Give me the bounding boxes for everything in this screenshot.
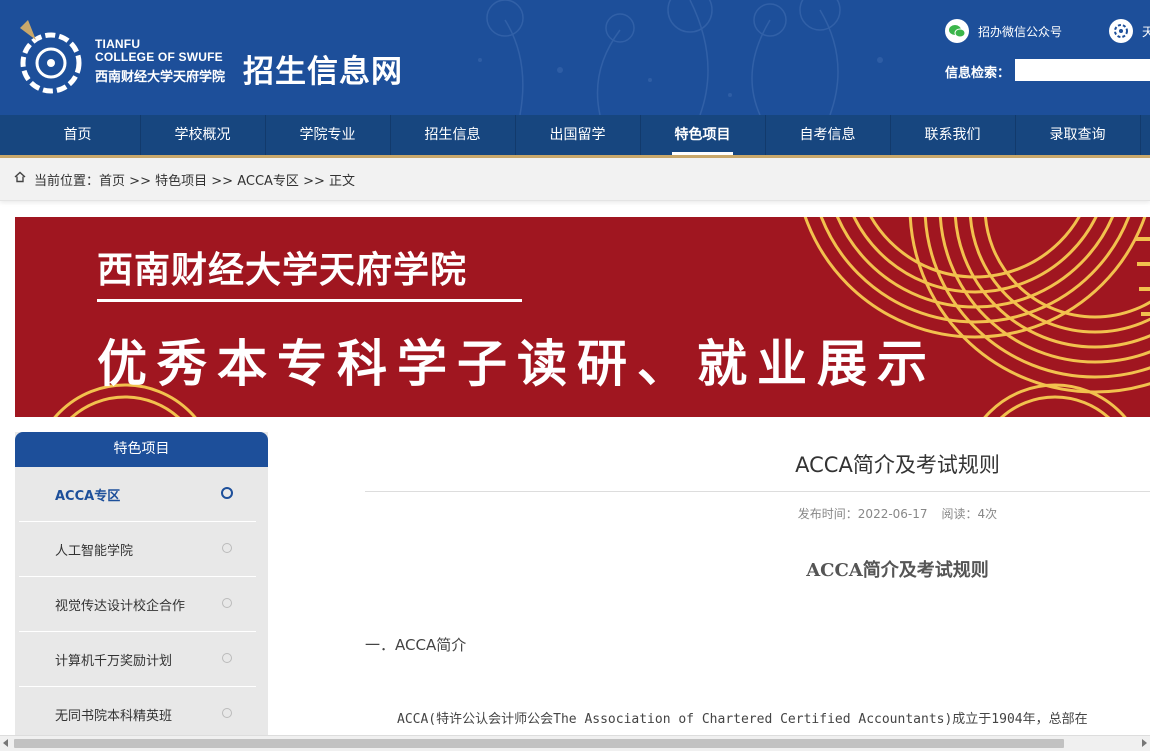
wechat-label[interactable]: 招办微信公众号 bbox=[978, 23, 1062, 40]
breadcrumb-trail: 当前位置：首页 >> 特色项目 >> ACCA专区 >> 正文 bbox=[34, 170, 355, 189]
circle-icon bbox=[222, 653, 232, 663]
logo-chinese-name: 西南财经大学天府学院 bbox=[95, 70, 226, 85]
horizontal-scrollbar[interactable] bbox=[0, 735, 1150, 751]
sidebar-item-label: 人工智能学院 bbox=[55, 544, 134, 559]
scrollbar-thumb[interactable] bbox=[14, 739, 1064, 748]
main-nav: 首页 学校概况 学院专业 招生信息 出国留学 特色项目 自考信息 联系我们 录取… bbox=[0, 115, 1150, 158]
sidebar-item-label: ACCA专区 bbox=[55, 489, 121, 504]
nav-study-abroad[interactable]: 出国留学 bbox=[515, 115, 640, 155]
sidebar-item-label: 无同书院本科精英班 bbox=[55, 709, 173, 724]
nav-divider bbox=[640, 115, 641, 155]
sidebar-item-label: 视觉传达设计校企合作 bbox=[55, 599, 186, 614]
breadcrumb-prefix: 当前位置： bbox=[34, 174, 100, 189]
sidebar-item-elite-class[interactable]: 无同书院本科精英班 bbox=[19, 687, 256, 742]
wechat-icon[interactable] bbox=[945, 19, 969, 43]
sidebar-item-acca[interactable]: ACCA专区 bbox=[19, 467, 256, 522]
section-heading: 一．ACCA简介 bbox=[365, 636, 467, 654]
nav-home[interactable]: 首页 bbox=[15, 115, 140, 155]
sidebar-item-ai-school[interactable]: 人工智能学院 bbox=[19, 522, 256, 577]
sidebar-item-visual-design[interactable]: 视觉传达设计校企合作 bbox=[19, 577, 256, 632]
active-circle-icon bbox=[221, 487, 233, 499]
article-title: ACCA简介及考试规则 bbox=[795, 453, 1000, 477]
nav-school-overview[interactable]: 学校概况 bbox=[140, 115, 265, 155]
publish-time: 发布时间：2022-06-17 bbox=[797, 507, 928, 521]
sidebar-heading: 特色项目 bbox=[15, 432, 268, 467]
breadcrumb-current: 正文 bbox=[329, 174, 356, 189]
college-logo[interactable] bbox=[16, 18, 86, 96]
breadcrumb-featured[interactable]: 特色项目 bbox=[155, 174, 207, 189]
breadcrumb: 当前位置：首页 >> 特色项目 >> ACCA专区 >> 正文 bbox=[0, 158, 1150, 201]
site-header: TIANFU COLLEGE OF SWUFE 西南财经大学天府学院 招生信息网… bbox=[0, 0, 1150, 115]
weibo-label[interactable]: 天 bbox=[1142, 23, 1150, 40]
nav-admissions[interactable]: 招生信息 bbox=[390, 115, 515, 155]
circle-icon bbox=[222, 543, 232, 553]
banner-title: 西南财经大学天府学院 bbox=[97, 249, 468, 291]
home-icon bbox=[14, 171, 26, 183]
search-input[interactable] bbox=[1015, 59, 1150, 81]
banner-divider bbox=[97, 299, 522, 302]
breadcrumb-separator: >> bbox=[303, 174, 325, 189]
nav-self-study[interactable]: 自考信息 bbox=[765, 115, 890, 155]
breadcrumb-acca[interactable]: ACCA专区 bbox=[237, 174, 299, 189]
nav-featured-programs[interactable]: 特色项目 bbox=[672, 115, 733, 155]
article-divider bbox=[365, 491, 1150, 492]
weibo-icon[interactable] bbox=[1109, 19, 1133, 43]
circle-icon bbox=[222, 598, 232, 608]
nav-admission-query[interactable]: 录取查询 bbox=[1015, 115, 1140, 155]
nav-majors[interactable]: 学院专业 bbox=[265, 115, 390, 155]
read-count: 阅读：4次 bbox=[941, 507, 998, 521]
scroll-left-icon[interactable] bbox=[3, 739, 8, 747]
sidebar-item-computer-award[interactable]: 计算机千万奖励计划 bbox=[19, 632, 256, 687]
breadcrumb-home[interactable]: 首页 bbox=[99, 174, 125, 189]
promo-banner[interactable]: 西南财经大学天府学院 优秀本专科学子读研、就业展示 bbox=[15, 217, 1150, 417]
logo-english-name: TIANFU COLLEGE OF SWUFE bbox=[95, 37, 223, 64]
article-paragraph: ACCA(特许公认会计师公会The Association of Charter… bbox=[397, 712, 1088, 727]
sidebar-item-label: 计算机千万奖励计划 bbox=[55, 654, 173, 669]
article-meta: 发布时间：2022-06-17 阅读：4次 bbox=[365, 505, 1150, 522]
site-title: 招生信息网 bbox=[243, 54, 403, 90]
breadcrumb-separator: >> bbox=[211, 174, 234, 189]
sidebar: 特色项目 ACCA专区 人工智能学院 视觉传达设计校企合作 计算机千万奖励计划 … bbox=[15, 432, 268, 750]
search-label: 信息检索： bbox=[945, 66, 1011, 81]
scroll-right-icon[interactable] bbox=[1142, 739, 1147, 747]
banner-subtitle: 优秀本专科学子读研、就业展示 bbox=[97, 334, 937, 393]
circle-icon bbox=[222, 708, 232, 718]
nav-contact[interactable]: 联系我们 bbox=[890, 115, 1015, 155]
breadcrumb-separator: >> bbox=[129, 174, 151, 189]
article-subtitle: ACCA简介及考试规则 bbox=[806, 560, 989, 581]
nav-divider bbox=[1140, 115, 1141, 155]
